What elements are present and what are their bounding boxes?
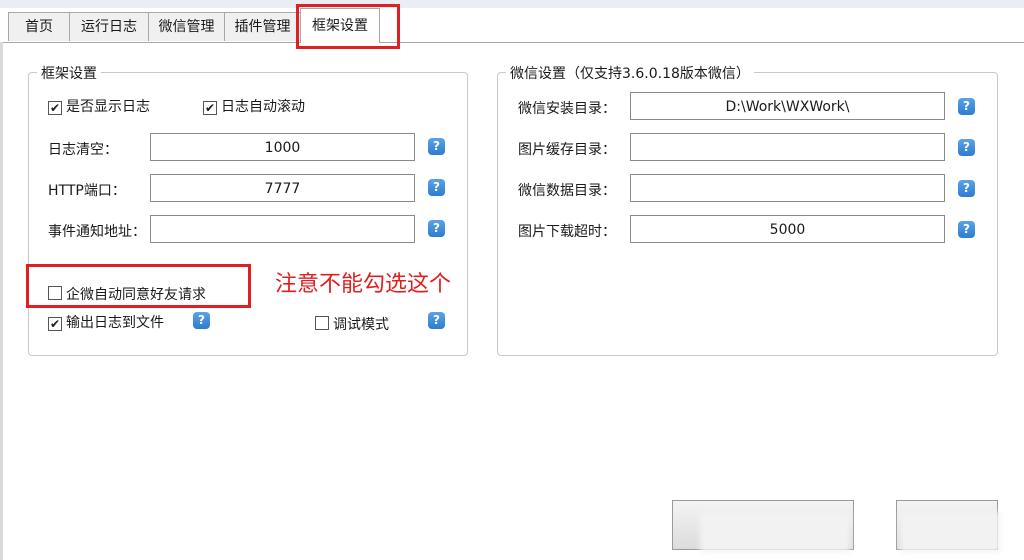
auto-agree-label: 企微自动同意好友请求 xyxy=(66,287,206,303)
data-dir-input[interactable] xyxy=(630,174,945,202)
img-cache-label: 图片缓存目录： xyxy=(518,142,616,158)
debug-mode-label: 调试模式 xyxy=(333,317,389,333)
img-cache-help-icon[interactable]: ? xyxy=(958,139,975,156)
tab-wechat-manage[interactable]: 微信管理 xyxy=(148,12,225,41)
highlight-tab-box xyxy=(296,4,400,49)
wechat-settings-title: 微信设置（仅支持3.6.0.18版本微信） xyxy=(506,63,754,83)
img-timeout-help-icon[interactable]: ? xyxy=(958,221,975,238)
http-port-help-icon[interactable]: ? xyxy=(428,179,445,196)
tab-bar: 首页 运行日志 微信管理 插件管理 框架设置 xyxy=(0,8,1024,43)
event-url-input[interactable] xyxy=(150,215,415,243)
log-clear-input[interactable]: 1000 xyxy=(150,133,415,161)
auto-agree-check-icon xyxy=(48,286,62,300)
debug-mode-help-icon[interactable]: ? xyxy=(428,312,445,329)
show-log-check-icon: ✔ xyxy=(48,101,62,115)
tab-run-log[interactable]: 运行日志 xyxy=(69,12,149,41)
log-to-file-check-icon: ✔ xyxy=(48,317,62,331)
tab-home[interactable]: 首页 xyxy=(8,12,70,41)
log-clear-label: 日志清空： xyxy=(48,142,118,158)
log-to-file-checkbox[interactable]: ✔ 输出日志到文件 xyxy=(48,312,164,332)
framework-settings-title: 框架设置 xyxy=(37,63,101,83)
http-port-input[interactable]: 7777 xyxy=(150,174,415,202)
img-timeout-label: 图片下载超时： xyxy=(518,224,616,240)
auto-agree-checkbox[interactable]: 企微自动同意好友请求 xyxy=(48,284,206,304)
img-cache-input[interactable] xyxy=(630,133,945,161)
tab-plugin-manage[interactable]: 插件管理 xyxy=(224,12,301,41)
http-port-label: HTTP端口： xyxy=(48,183,126,199)
log-to-file-help-icon[interactable]: ? xyxy=(193,312,210,329)
log-to-file-label: 输出日志到文件 xyxy=(66,315,164,331)
debug-mode-checkbox[interactable]: 调试模式 xyxy=(315,314,389,334)
auto-scroll-check-icon: ✔ xyxy=(203,101,217,115)
event-url-label: 事件通知地址： xyxy=(48,224,146,240)
data-dir-help-icon[interactable]: ? xyxy=(958,180,975,197)
debug-mode-check-icon xyxy=(315,316,329,330)
blurred-area-1 xyxy=(700,512,850,552)
show-log-label: 是否显示日志 xyxy=(66,99,150,115)
show-log-checkbox[interactable]: ✔ 是否显示日志 xyxy=(48,96,150,116)
install-dir-label: 微信安装目录： xyxy=(518,101,616,117)
auto-scroll-label: 日志自动滚动 xyxy=(221,99,305,115)
window-top-strip xyxy=(0,0,1024,8)
left-edge xyxy=(0,42,3,560)
install-dir-input[interactable]: D:\Work\WXWork\ xyxy=(630,92,945,120)
data-dir-label: 微信数据目录： xyxy=(518,183,616,199)
event-url-help-icon[interactable]: ? xyxy=(428,220,445,237)
auto-scroll-checkbox[interactable]: ✔ 日志自动滚动 xyxy=(203,96,305,116)
install-dir-help-icon[interactable]: ? xyxy=(958,98,975,115)
log-clear-help-icon[interactable]: ? xyxy=(428,138,445,155)
blurred-area-2 xyxy=(900,512,1000,552)
annotation-note: 注意不能勾选这个 xyxy=(275,272,452,297)
img-timeout-input[interactable]: 5000 xyxy=(630,215,945,243)
